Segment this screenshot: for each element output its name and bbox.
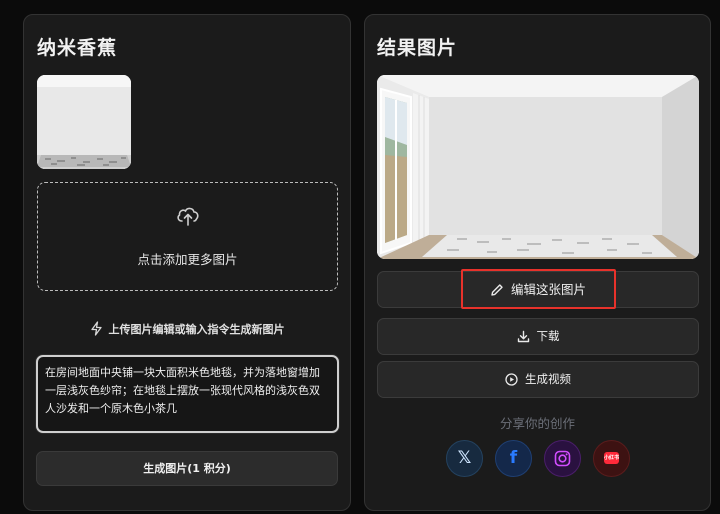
generate-video-label: 生成视频: [525, 372, 571, 386]
share-label: 分享你的创作: [499, 416, 575, 431]
upload-dropzone[interactable]: 点击添加更多图片: [37, 182, 338, 291]
result-image: [377, 75, 699, 259]
edit-image-button[interactable]: 编辑这张图片: [377, 271, 699, 308]
x-twitter-share-icon[interactable]: 𝕏: [446, 440, 483, 477]
generate-video-button[interactable]: 生成视频: [377, 361, 699, 398]
instruction-hint: 上传图片编辑或输入指令生成新图片: [24, 321, 350, 337]
play-circle-icon: [505, 373, 518, 386]
facebook-share-icon[interactable]: f: [495, 440, 532, 477]
prompt-input[interactable]: 在房间地面中央铺一块大面积米色地毯，并为落地窗增加一层浅灰色纱帘；在地毯上摆放一…: [36, 355, 339, 433]
generate-image-button[interactable]: 生成图片(1 积分): [36, 451, 338, 486]
xiaohongshu-logo: 小红书: [604, 452, 619, 464]
instagram-share-icon[interactable]: [544, 440, 581, 477]
hint-text: 上传图片编辑或输入指令生成新图片: [108, 323, 285, 336]
download-label: 下载: [536, 329, 560, 343]
uploaded-image-thumbnail[interactable]: [37, 75, 131, 169]
xiaohongshu-share-icon[interactable]: 小红书: [593, 440, 630, 477]
download-icon: [517, 330, 529, 343]
cloud-upload-icon: [177, 207, 199, 226]
edit-image-label: 编辑这张图片: [510, 282, 586, 297]
lightning-icon: [90, 321, 102, 336]
panel-title: 结果图片: [377, 37, 458, 59]
result-panel: 结果图片 编辑这张图片 下载 生成视频 分享你的创作 𝕏 f 小红书: [364, 14, 711, 511]
download-button[interactable]: 下载: [377, 318, 699, 355]
pencil-icon: [491, 284, 503, 296]
panel-title: 纳米香蕉: [37, 37, 118, 59]
editor-panel: 纳米香蕉 点击添加更多图片 上传图片编辑或输入指令生成新图片 在房间地面中央铺一…: [23, 14, 351, 511]
upload-label: 点击添加更多图片: [137, 252, 238, 267]
